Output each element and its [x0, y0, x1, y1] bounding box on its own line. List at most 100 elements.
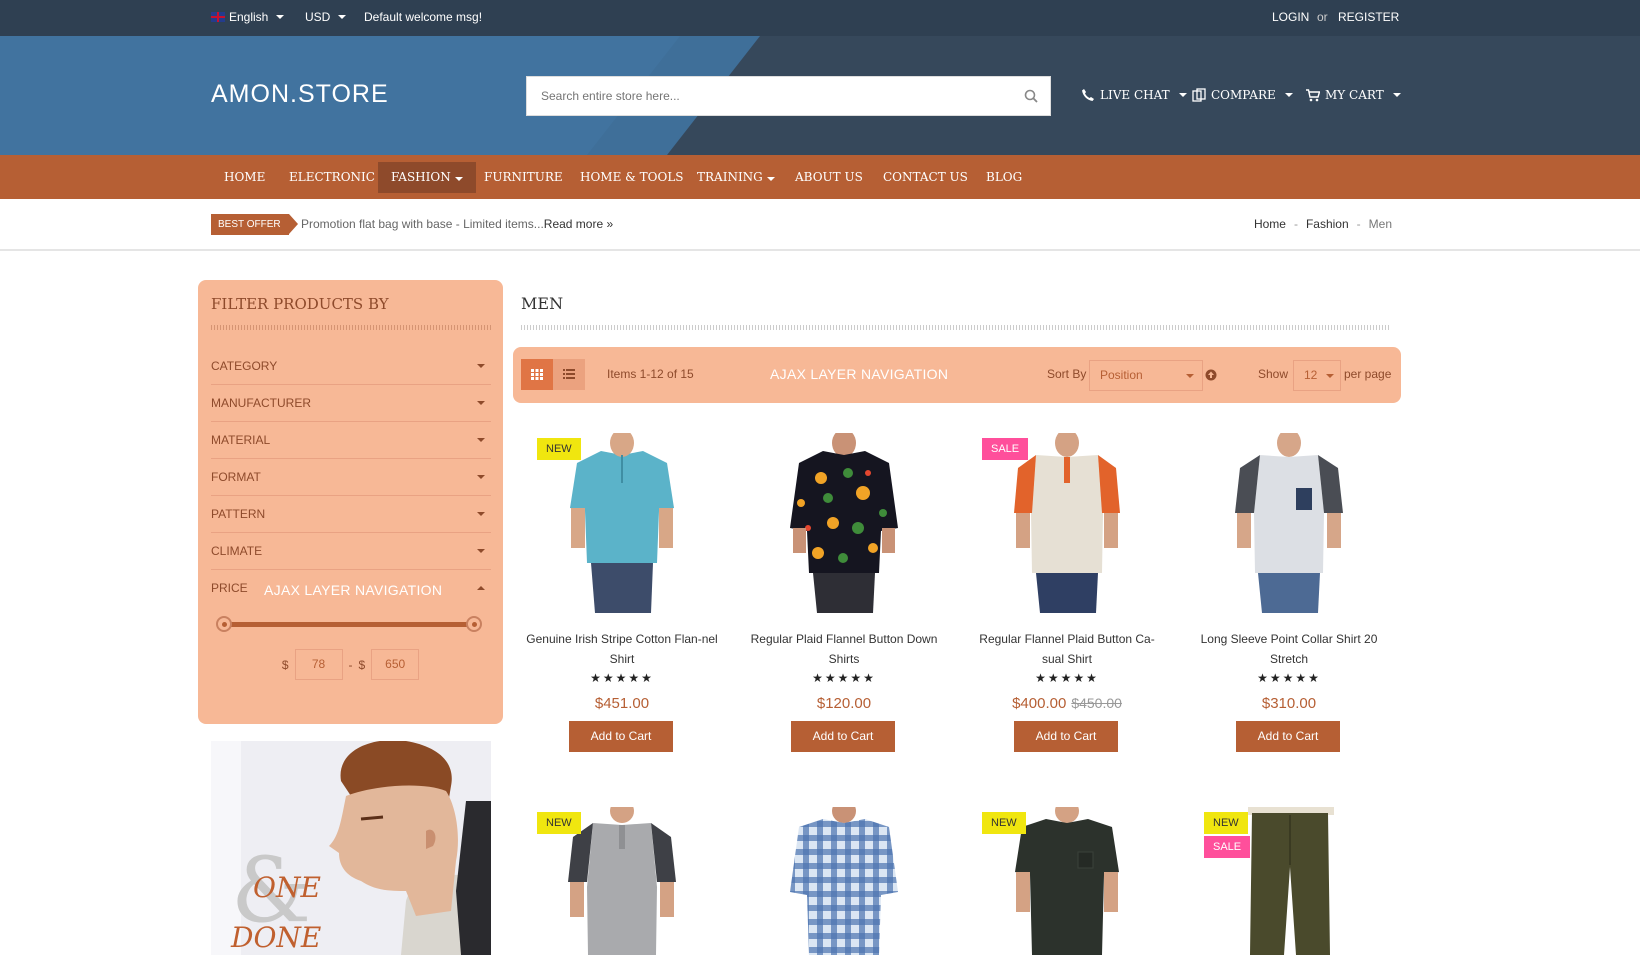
filter-manufacturer[interactable]: MANUFACTURER	[211, 385, 491, 422]
price-slider-max-handle[interactable]	[466, 616, 482, 632]
teal-tshirt-image	[570, 433, 674, 613]
sort-select[interactable]: Position	[1089, 360, 1203, 391]
new-badge: NEW	[982, 812, 1026, 834]
currency-selector[interactable]: USD	[305, 10, 347, 24]
filter-label: FORMAT	[211, 470, 261, 484]
login-link[interactable]: LOGIN	[1272, 10, 1309, 24]
rating-stars: ★★★★★	[590, 671, 654, 685]
nav-item-contact-us[interactable]: CONTACT US	[870, 162, 981, 193]
read-more-link[interactable]: Read more »	[544, 217, 613, 231]
blue-plaid-shirt-image	[790, 807, 898, 955]
page-title: MEN	[521, 294, 564, 313]
nav-item-label: TRAINING	[697, 170, 763, 184]
product-image[interactable]	[511, 433, 733, 613]
my-cart-button[interactable]: MY CART	[1306, 88, 1401, 102]
product-name[interactable]: Regular Plaid Flannel Button Down Shirts	[748, 629, 940, 669]
banner-text-done: DONE	[231, 921, 322, 954]
search-icon[interactable]	[1024, 89, 1038, 103]
add-to-cart-button[interactable]: Add to Cart	[791, 721, 895, 752]
live-chat-button[interactable]: LIVE CHAT	[1081, 88, 1187, 102]
nav-item-about-us[interactable]: ABOUT US	[782, 162, 876, 193]
filter-label: CLIMATE	[211, 544, 263, 558]
product-price: $120.00	[733, 695, 955, 712]
filter-pattern[interactable]: PATTERN	[211, 496, 491, 533]
product-image[interactable]	[956, 433, 1178, 613]
product-card[interactable]: NEW SALE	[1178, 807, 1400, 955]
price-slider-min-handle[interactable]	[216, 616, 232, 632]
price-separator: -	[348, 657, 353, 672]
cart-icon	[1306, 88, 1320, 101]
nav-item-electronic[interactable]: ELECTRONIC	[276, 162, 388, 193]
currency-symbol: $	[281, 657, 289, 672]
add-to-cart-button[interactable]: Add to Cart	[569, 721, 673, 752]
best-offer-badge: BEST OFFER	[211, 214, 298, 235]
product-card[interactable]	[733, 807, 955, 955]
filter-label: MANUFACTURER	[211, 396, 312, 410]
filter-material[interactable]: MATERIAL	[211, 422, 491, 459]
my-cart-label: MY CART	[1325, 88, 1384, 102]
per-page-value: 12	[1304, 368, 1318, 382]
nav-item-home-tools[interactable]: HOME & TOOLS	[567, 162, 697, 193]
price-range-inputs: $ 78 - $ 650	[198, 649, 503, 680]
product-image[interactable]	[733, 433, 955, 613]
nav-item-training[interactable]: TRAINING	[684, 162, 788, 193]
nav-item-furniture[interactable]: FURNITURE	[471, 162, 576, 193]
sidebar-banner[interactable]: & ONE DONE	[211, 741, 491, 955]
breadcrumb-separator: -	[1293, 217, 1298, 231]
ajax-layer-watermark: AJAX LAYER NAVIGATION	[264, 582, 443, 598]
new-badge: NEW	[537, 812, 581, 834]
nav-item-home[interactable]: HOME	[211, 162, 278, 193]
chevron-down-icon	[477, 401, 485, 405]
product-name[interactable]: Regular Flannel Plaid Button Ca-sual Shi…	[971, 629, 1163, 669]
product-image[interactable]	[1178, 433, 1400, 613]
chevron-down-icon	[1326, 374, 1334, 378]
price-slider-track[interactable]	[224, 622, 476, 627]
breadcrumb-home[interactable]: Home	[1254, 217, 1286, 231]
filter-climate[interactable]: CLIMATE	[211, 533, 491, 570]
sale-badge: SALE	[1204, 836, 1251, 858]
ajax-layer-watermark: AJAX LAYER NAVIGATION	[770, 366, 949, 382]
sort-by-label: Sort By	[1047, 367, 1087, 381]
register-link[interactable]: REGISTER	[1338, 10, 1399, 24]
price-min-input[interactable]: 78	[294, 649, 343, 680]
divider	[521, 325, 1391, 330]
chevron-down-icon	[454, 177, 463, 181]
compare-button[interactable]: COMPARE	[1192, 88, 1293, 102]
language-selector[interactable]: English	[211, 10, 285, 24]
sort-value: Position	[1100, 368, 1143, 382]
divider	[211, 325, 491, 330]
product-name[interactable]: Genuine Irish Stripe Cotton Flan-nel Shi…	[526, 629, 718, 669]
currency-label: USD	[305, 10, 331, 24]
offer-bar: BEST OFFER Promotion flat bag with base …	[0, 199, 1640, 251]
search-input[interactable]	[527, 77, 1007, 115]
or-text: or	[1317, 10, 1328, 24]
nav-item-fashion[interactable]: FASHION	[378, 162, 476, 193]
sort-direction-icon[interactable]	[1205, 369, 1217, 381]
price-value: $120.00	[816, 695, 872, 712]
product-name[interactable]: Long Sleeve Point Collar Shirt 20 Stretc…	[1193, 629, 1385, 669]
product-card[interactable]: NEW	[956, 807, 1178, 955]
grid-view-button[interactable]	[521, 359, 553, 390]
list-icon	[563, 369, 575, 379]
grid-icon	[531, 369, 543, 380]
product-image[interactable]	[733, 807, 955, 955]
breadcrumb-separator: -	[1356, 217, 1361, 231]
product-card[interactable]: NEW	[511, 807, 733, 955]
add-to-cart-button[interactable]: Add to Cart	[1236, 721, 1340, 752]
store-logo[interactable]: AMON.STORE	[211, 80, 389, 109]
add-to-cart-button[interactable]: Add to Cart	[1014, 721, 1118, 752]
product-price: $400.00 $450.00	[956, 695, 1178, 712]
list-view-button[interactable]	[553, 359, 585, 390]
chevron-down-icon	[1186, 374, 1194, 378]
compare-icon	[1192, 88, 1206, 102]
chevron-down-icon	[477, 438, 485, 442]
chevron-down-icon	[1178, 93, 1187, 97]
filter-category[interactable]: CATEGORY	[211, 348, 491, 385]
per-page-select[interactable]: 12	[1293, 360, 1341, 391]
breadcrumb-fashion[interactable]: Fashion	[1306, 217, 1349, 231]
filter-format[interactable]: FORMAT	[211, 459, 491, 496]
search-box	[526, 76, 1051, 116]
nav-item-blog[interactable]: BLOG	[973, 162, 1035, 193]
new-badge: NEW	[537, 438, 581, 460]
price-max-input[interactable]: 650	[371, 649, 420, 680]
